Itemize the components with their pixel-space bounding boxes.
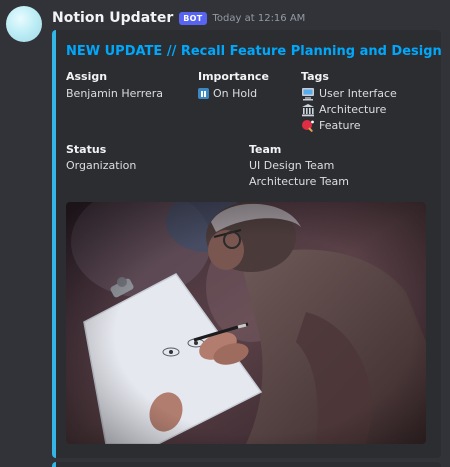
tag-item: Architecture	[301, 102, 397, 118]
embed-image[interactable]	[66, 202, 426, 444]
update-embed: NEW UPDATE // Recall Feature Planning an…	[52, 30, 442, 458]
tag-label: User Interface	[319, 87, 397, 100]
field-name-tags: Tags	[301, 70, 329, 83]
ping-pong-icon	[302, 120, 314, 132]
pause-button-icon	[198, 88, 209, 99]
timestamp[interactable]: Today at 12:16 AM	[213, 13, 306, 24]
field-value-status: Organization	[66, 159, 137, 172]
team-item: Architecture Team	[249, 175, 349, 188]
field-name-importance: Importance	[198, 70, 269, 83]
tag-label: Feature	[319, 119, 361, 132]
computer-icon	[302, 88, 314, 101]
field-name-status: Status	[66, 143, 107, 156]
tag-item: User Interface	[301, 86, 397, 102]
field-value-assign: Benjamin Herrera	[66, 87, 164, 100]
tag-label: Architecture	[319, 103, 387, 116]
tag-item: Feature	[301, 118, 397, 134]
tags-list: User Interface Architecture Feature	[301, 86, 397, 134]
field-value-importance: On Hold	[198, 86, 257, 102]
next-embed-edge	[52, 462, 441, 467]
team-item: UI Design Team	[249, 159, 335, 172]
embed-title[interactable]: NEW UPDATE // Recall Feature Planning an…	[66, 44, 442, 59]
sketching-photo	[66, 202, 426, 444]
bot-avatar[interactable]	[6, 6, 42, 42]
message-header: Notion Updater BOT Today at 12:16 AM	[52, 8, 305, 28]
username[interactable]: Notion Updater	[52, 10, 173, 26]
field-name-team: Team	[249, 143, 282, 156]
classical-building-icon	[302, 104, 314, 117]
field-value-team: UI Design Team Architecture Team	[249, 158, 349, 190]
field-name-assign: Assign	[66, 70, 108, 83]
bot-badge: BOT	[179, 11, 207, 25]
importance-text: On Hold	[213, 87, 258, 100]
